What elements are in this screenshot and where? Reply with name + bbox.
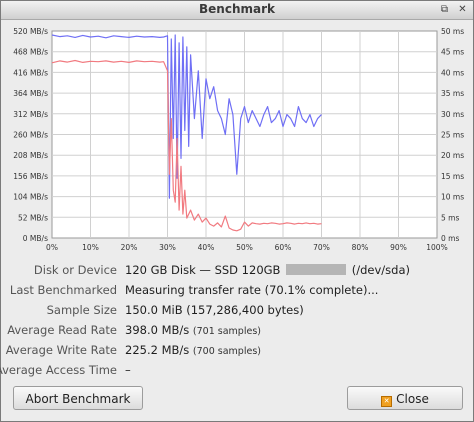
read-rate-value: 398.0 MB/s (701 samples) [125, 323, 261, 337]
benchmark-window: Benchmark ⧉ ✕ 0% 10% 20% 30% 40% 50% 60% 70% 80%… [0, 0, 474, 422]
x-tick-label: 10% [82, 243, 99, 252]
y-right-tick-label: 40 ms [441, 68, 464, 77]
last-benchmarked-label: Last Benchmarked [9, 283, 117, 297]
write-samples: (700 samples) [192, 346, 261, 357]
x-tick-label: 50% [236, 243, 253, 252]
last-benchmarked-row: Last Benchmarked Measuring transfer rate… [1, 283, 473, 301]
benchmark-graph-panel: 0% 10% 20% 30% 40% 50% 60% 70% 80% 90% 100% 0 MB/s 5… [2, 20, 472, 254]
write-rate-value: 225.2 MB/s (700 samples) [125, 343, 261, 357]
y-left-tick-label: 104 MB/s [13, 193, 48, 202]
disk-label: Disk or Device [33, 263, 117, 277]
x-tick-label: 90% [390, 243, 407, 252]
y-left-tick-label: 208 MB/s [13, 151, 48, 160]
y-left-tick-label: 52 MB/s [18, 213, 48, 222]
disk-model: 120 GB Disk — SSD 120GB [125, 263, 281, 277]
y-left-tick-label: 260 MB/s [13, 131, 48, 140]
redacted-serial [286, 264, 347, 275]
x-tick-label: 70% [313, 243, 330, 252]
sample-size-label: Sample Size [46, 303, 117, 317]
y-left-tick-label: 520 MB/s [13, 27, 48, 36]
last-benchmarked-value: Measuring transfer rate (70.1% complete)… [125, 283, 379, 297]
y-right-tick-label: 15 ms [441, 172, 464, 181]
window-close-icon[interactable]: ✕ [456, 3, 469, 16]
disk-device-path: (/dev/sda) [351, 263, 410, 277]
sample-size-value: 150.0 MiB (157,286,400 bytes) [125, 303, 304, 317]
x-tick-label: 100% [426, 243, 447, 252]
write-rate-row: Average Write Rate 225.2 MB/s (700 sampl… [1, 343, 473, 361]
x-tick-label: 60% [275, 243, 292, 252]
x-tick-label: 0% [46, 243, 58, 252]
restore-icon[interactable]: ⧉ [438, 3, 451, 16]
x-tick-label: 80% [352, 243, 369, 252]
y-right-tick-label: 0 ms [441, 234, 459, 243]
close-icon: ✕ [381, 396, 393, 407]
window-title: Benchmark [199, 2, 275, 16]
close-button-label: Close [396, 392, 429, 406]
write-rate-number: 225.2 MB/s [125, 343, 190, 357]
close-button[interactable]: ✕ Close [347, 386, 463, 410]
read-rate-number: 398.0 MB/s [125, 323, 190, 337]
y-right-tick-label: 35 ms [441, 89, 464, 98]
disk-value: 120 GB Disk — SSD 120GB (/dev/sda) [125, 263, 410, 277]
write-rate-label: Average Write Rate [5, 343, 117, 357]
x-tick-label: 30% [159, 243, 176, 252]
disk-row: Disk or Device 120 GB Disk — SSD 120GB (… [1, 263, 473, 281]
y-left-tick-label: 416 MB/s [13, 68, 48, 77]
y-left-tick-label: 468 MB/s [13, 48, 48, 57]
y-right-tick-label: 25 ms [441, 131, 464, 140]
sample-size-row: Sample Size 150.0 MiB (157,286,400 bytes… [1, 303, 473, 321]
access-time-label: Average Access Time [0, 363, 117, 377]
read-rate-row: Average Read Rate 398.0 MB/s (701 sample… [1, 323, 473, 341]
y-left-tick-label: 0 MB/s [23, 234, 48, 243]
y-right-tick-label: 30 ms [441, 110, 464, 119]
read-samples: (701 samples) [192, 326, 261, 337]
access-time-row: Average Access Time – [0, 363, 473, 381]
y-right-tick-label: 10 ms [441, 193, 464, 202]
benchmark-chart: 0% 10% 20% 30% 40% 50% 60% 70% 80% 90% 100% 0 MB/s 5… [13, 27, 464, 252]
y-right-tick-label: 5 ms [441, 213, 459, 222]
x-tick-label: 40% [198, 243, 215, 252]
access-time-value: – [125, 363, 131, 377]
y-right-tick-label: 50 ms [441, 27, 464, 36]
y-right-tick-label: 20 ms [441, 151, 464, 160]
read-rate-label: Average Read Rate [7, 323, 117, 337]
y-left-tick-label: 156 MB/s [13, 172, 48, 181]
y-left-tick-label: 364 MB/s [13, 89, 48, 98]
abort-benchmark-button[interactable]: Abort Benchmark [13, 386, 143, 410]
y-right-tick-label: 45 ms [441, 48, 464, 57]
titlebar[interactable]: Benchmark ⧉ ✕ [1, 1, 473, 20]
x-tick-label: 20% [121, 243, 138, 252]
y-left-tick-label: 312 MB/s [13, 110, 48, 119]
